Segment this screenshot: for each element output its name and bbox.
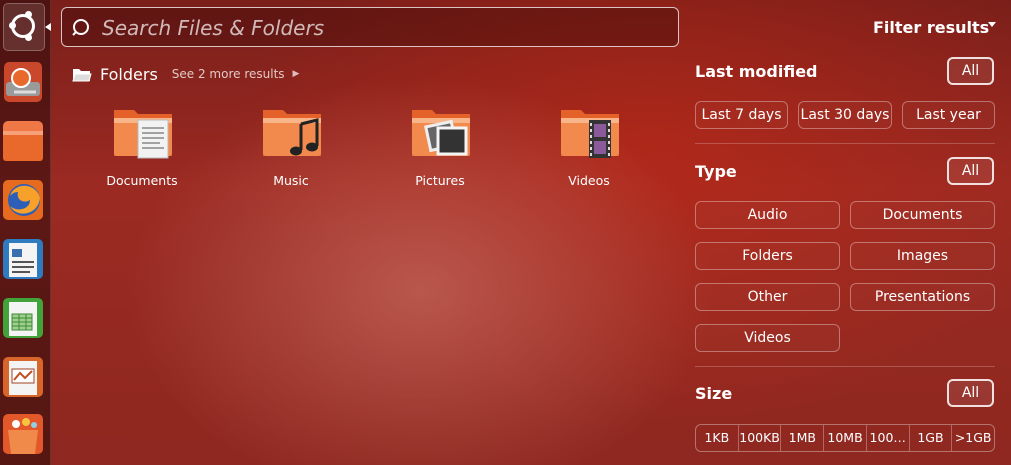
size-title: Size [695,384,733,403]
filter-size-10mb[interactable]: 10MB [824,425,867,451]
software-center-icon[interactable] [2,410,44,458]
size-filter-bar: 1KB 100KB 1MB 10MB 100… 1GB >1GB [695,424,995,452]
search-input[interactable] [100,8,664,48]
folder-pictures[interactable]: Pictures [380,104,500,194]
folder-videos[interactable]: Videos [529,104,649,194]
search-icon [72,19,89,36]
filter-last-7-days[interactable]: Last 7 days [695,101,788,129]
chevron-right-icon: ▶ [292,69,300,79]
filter-last-30-days[interactable]: Last 30 days [798,101,892,129]
folder-label: Pictures [415,173,465,188]
see-more-results-link[interactable]: See 2 more results [172,67,285,81]
launcher [0,0,51,465]
size-all-button[interactable]: All [947,379,994,407]
filter-size-over-1gb[interactable]: >1GB [952,425,994,451]
folder-documents[interactable]: Documents [82,104,202,194]
filter-results-toggle[interactable]: Filter results [873,18,989,37]
firefox-icon[interactable] [2,176,44,224]
installer-icon[interactable] [2,58,44,106]
search-bar[interactable] [61,7,679,48]
folder-label: Documents [106,173,178,188]
filter-type-documents[interactable]: Documents [850,201,995,229]
filter-type-images[interactable]: Images [850,242,995,270]
folder-pictures-icon [412,110,470,156]
folder-videos-icon [561,110,619,158]
divider [695,143,995,144]
active-indicator-icon [45,23,51,31]
folder-documents-icon [114,110,172,159]
folders-title: Folders [100,64,158,84]
filter-size-1mb[interactable]: 1MB [781,425,825,451]
folder-music[interactable]: Music [231,104,351,194]
filter-type-presentations[interactable]: Presentations [850,283,995,311]
last-modified-all-button[interactable]: All [947,57,994,85]
calc-icon[interactable] [2,294,44,342]
folder-music-icon [263,110,321,156]
filter-type-audio[interactable]: Audio [695,201,840,229]
folder-open-icon [72,69,92,82]
home-folder-icon[interactable] [2,117,44,165]
writer-icon[interactable] [2,235,44,283]
filter-size-1kb[interactable]: 1KB [696,425,739,451]
filter-last-year[interactable]: Last year [902,101,995,129]
filter-type-folders[interactable]: Folders [695,242,840,270]
chevron-down-icon[interactable] [988,22,996,27]
type-all-button[interactable]: All [947,157,994,185]
folder-label: Videos [568,173,610,188]
last-modified-title: Last modified [695,62,818,81]
folder-label: Music [273,173,309,188]
impress-icon[interactable] [2,353,44,401]
filter-type-other[interactable]: Other [695,283,840,311]
filter-size-100mb[interactable]: 100… [867,425,910,451]
dash-home-icon[interactable] [3,3,45,51]
filter-size-1gb[interactable]: 1GB [910,425,953,451]
filter-type-videos[interactable]: Videos [695,324,840,352]
type-title: Type [695,162,737,181]
divider [695,366,995,367]
filter-size-100kb[interactable]: 100KB [739,425,782,451]
folders-category-header[interactable]: Folders See 2 more results ▶ [72,63,299,85]
